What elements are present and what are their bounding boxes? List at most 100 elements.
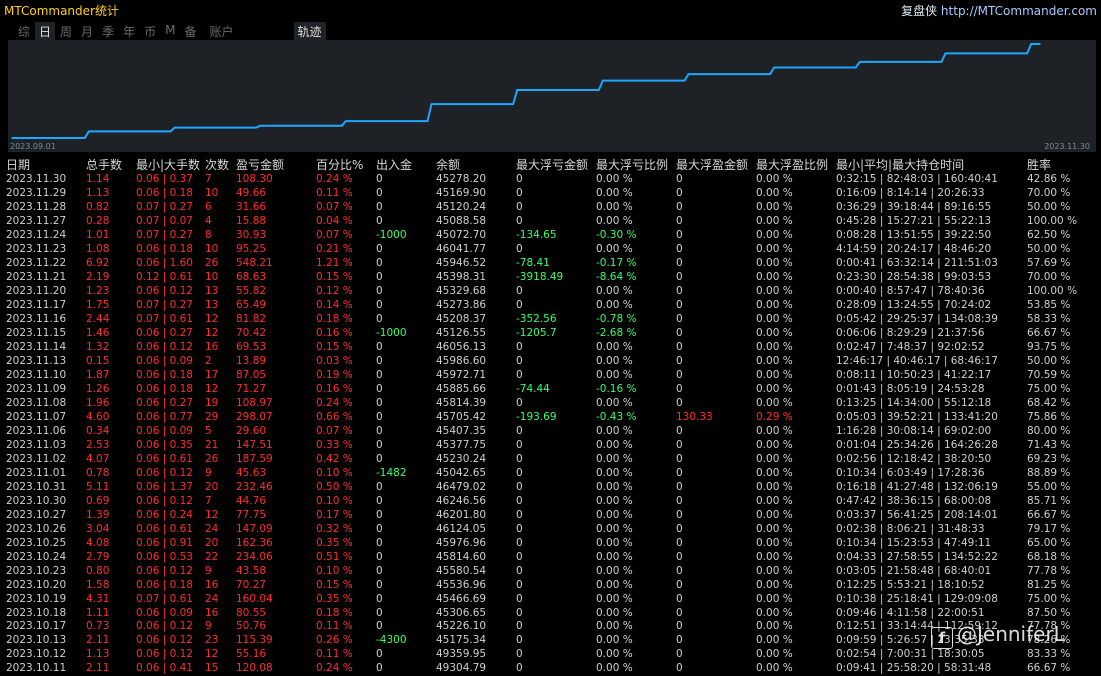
table-row[interactable]: 2023.11.01 0.78 0.06 | 0.12 9 45.63 0.10 % -14… <box>6 466 1087 480</box>
table-row[interactable]: 2023.11.23 1.08 0.06 | 0.18 10 95.25 0.21 % 0 4… <box>6 243 1087 257</box>
table-cell: 12 <box>205 327 219 340</box>
table-row[interactable]: 2023.11.03 2.53 0.06 | 0.35 21 147.51 0.33 % 0… <box>6 438 1087 452</box>
table-row[interactable]: 2023.10.30 0.69 0.06 | 0.12 7 44.76 0.10 % 0 46… <box>6 494 1087 508</box>
table-cell: 81.25 % <box>1027 578 1071 591</box>
column-header[interactable]: 最大浮亏比例 <box>596 156 676 173</box>
equity-point <box>182 126 185 129</box>
table-row[interactable]: 2023.11.08 1.96 0.06 | 0.27 19 108.97 0.24 % 0… <box>6 397 1087 411</box>
table-cell: 0.78 <box>86 466 110 479</box>
column-header[interactable]: 最大浮盈比例 <box>756 156 836 173</box>
column-header[interactable]: 余额 <box>436 156 516 173</box>
table-cell: 10 <box>205 243 219 256</box>
table-row[interactable]: 2023.11.21 2.19 0.12 | 0.61 10 68.63 0.15 % 0 4… <box>6 271 1087 285</box>
table-cell: 0.00 % <box>596 243 633 256</box>
table-row[interactable]: 2023.11.29 1.13 0.06 | 0.18 10 49.66 0.11 % 0 4… <box>6 187 1087 201</box>
table-cell: 23 <box>205 634 219 647</box>
column-header[interactable]: 百分比% <box>316 156 376 173</box>
tab-3[interactable]: 月 <box>77 22 97 40</box>
tab-0[interactable]: 综 <box>14 22 34 40</box>
table-row[interactable]: 2023.10.31 5.11 0.06 | 1.37 20 232.46 0.50 % 0… <box>6 480 1087 494</box>
table-cell: 1.58 <box>86 578 110 591</box>
table-cell: 2023.11.17 <box>6 299 67 312</box>
table-cell: -74.44 <box>516 383 550 396</box>
table-row[interactable]: 2023.10.13 2.11 0.06 | 0.12 23 115.39 0.26 % -… <box>6 634 1087 648</box>
column-header[interactable]: 总手数 <box>86 156 136 173</box>
table-row[interactable]: 2023.10.27 1.39 0.06 | 0.24 12 77.75 0.17 % 0 4… <box>6 508 1087 522</box>
table-row[interactable]: 2023.11.20 1.23 0.06 | 0.12 13 55.82 0.12 % 0 4… <box>6 285 1087 299</box>
column-header[interactable]: 最小|大手数 <box>136 156 205 173</box>
column-header[interactable]: 最大浮亏金额 <box>516 156 596 173</box>
brand-label[interactable]: 复盘侠 http://MTCommander.com <box>901 2 1097 19</box>
table-row[interactable]: 2023.10.24 2.79 0.06 | 0.53 22 234.06 0.51 % 0… <box>6 550 1087 564</box>
table-row[interactable]: 2023.11.10 1.87 0.06 | 0.18 17 87.05 0.19 % 0 4… <box>6 369 1087 383</box>
table-cell: 0.00 % <box>596 187 633 200</box>
table-cell: 0:16:09 | 8:14:14 | 20:26:33 <box>836 187 985 200</box>
table-row[interactable]: 2023.11.17 1.75 0.07 | 0.27 13 65.49 0.14 % 0 4… <box>6 299 1087 313</box>
table-row[interactable]: 2023.11.07 4.60 0.06 | 0.77 29 298.07 0.66 % 0… <box>6 410 1087 424</box>
tab-1[interactable]: 日 <box>35 22 56 40</box>
table-cell: 0.06 | 0.27 <box>136 396 193 409</box>
table-cell: 0 <box>516 648 523 661</box>
table-cell: 81.82 <box>236 313 267 326</box>
table-cell: 0:00:40 | 8:57:47 | 78:40:36 <box>836 285 985 298</box>
table-cell: 100.00 % <box>1027 215 1078 228</box>
table-row[interactable]: 2023.11.02 4.07 0.06 | 0.61 26 187.59 0.42 % 0… <box>6 452 1087 466</box>
table-row[interactable]: 2023.11.28 0.82 0.07 | 0.27 6 31.66 0.07 % 0 45… <box>6 201 1087 215</box>
table-row[interactable]: 2023.11.09 1.26 0.06 | 0.18 12 71.27 0.16 % 0 4… <box>6 383 1087 397</box>
column-header[interactable]: 出入金 <box>376 156 436 173</box>
table-row[interactable]: 2023.10.11 2.11 0.06 | 0.41 15 120.08 0.24 % 0… <box>6 662 1087 676</box>
table-cell: 160.04 <box>236 592 273 605</box>
table-cell: 0.06 | 0.12 <box>136 341 193 354</box>
tab-8[interactable]: 备 <box>180 22 200 40</box>
table-cell: 0 <box>676 480 683 493</box>
table-row[interactable]: 2023.10.18 1.11 0.06 | 0.09 16 80.55 0.18 % 0 4… <box>6 606 1087 620</box>
column-header[interactable]: 最大浮盈金额 <box>676 156 756 173</box>
table-row[interactable]: 2023.11.16 2.44 0.07 | 0.61 12 81.82 0.18 % 0 4… <box>6 313 1087 327</box>
table-row[interactable]: 2023.11.27 0.28 0.07 | 0.07 4 15.88 0.04 % 0 45… <box>6 215 1087 229</box>
table-row[interactable]: 2023.10.19 4.31 0.07 | 0.61 24 160.04 0.35 % 0… <box>6 592 1087 606</box>
table-row[interactable]: 2023.11.30 1.14 0.06 | 0.37 7 108.30 0.24 % 0 4… <box>6 173 1087 187</box>
table-row[interactable]: 2023.11.15 1.46 0.06 | 0.27 12 70.42 0.16 % -1… <box>6 327 1087 341</box>
column-header[interactable]: 盈亏金额 <box>236 156 316 173</box>
tab-7[interactable]: M <box>161 22 179 40</box>
table-row[interactable]: 2023.10.20 1.58 0.06 | 0.18 16 70.27 0.15 % 0 4… <box>6 578 1087 592</box>
table-row[interactable]: 2023.11.24 1.01 0.07 | 0.27 8 30.93 0.07 % -10… <box>6 229 1087 243</box>
table-cell: 0:03:05 | 21:58:48 | 68:40:01 <box>836 564 992 577</box>
table-cell: 46124.05 <box>436 522 487 535</box>
table-row[interactable]: 2023.11.13 0.15 0.06 | 0.09 2 13.89 0.03 % 0 45… <box>6 355 1087 369</box>
table-row[interactable]: 2023.10.23 0.80 0.06 | 0.12 9 43.58 0.10 % 0 45… <box>6 564 1087 578</box>
column-header[interactable]: 次数 <box>205 156 236 173</box>
table-cell: 0.00 % <box>756 369 793 382</box>
table-cell: 0 <box>676 564 683 577</box>
table-cell: 0 <box>676 229 683 242</box>
table-cell: 0 <box>676 215 683 228</box>
table-cell: 0.00 % <box>756 522 793 535</box>
table-row[interactable]: 2023.10.12 1.13 0.06 | 0.12 12 55.16 0.11 % 0 4… <box>6 648 1087 662</box>
tab-9[interactable]: 账户 <box>205 22 237 40</box>
table-cell: 0 <box>376 369 383 382</box>
table-cell: 2.11 <box>86 634 110 647</box>
table-cell: 22 <box>205 550 219 563</box>
table-row[interactable]: 2023.11.22 6.92 0.06 | 1.60 26 548.21 1.21 % 0… <box>6 257 1087 271</box>
column-header[interactable]: 日期 <box>6 156 86 173</box>
column-header[interactable]: 最小|平均|最大持仓时间 <box>836 156 1027 173</box>
table-row[interactable]: 2023.11.06 0.34 0.06 | 0.09 5 29.60 0.07 % 0 45… <box>6 424 1087 438</box>
table-cell: 0.24 % <box>316 173 353 186</box>
period-tabs: 综日周月季年币 M 备账户 轨迹 <box>14 22 327 40</box>
tab-6[interactable]: 币 <box>140 22 160 40</box>
table-row[interactable]: 2023.10.26 3.04 0.06 | 0.61 24 147.09 0.32 % 0… <box>6 522 1087 536</box>
column-header[interactable]: 胜率 <box>1027 156 1087 173</box>
brand-url[interactable]: http://MTCommander.com <box>941 4 1097 18</box>
tab-2[interactable]: 周 <box>56 22 76 40</box>
table-cell: -1000 <box>376 229 407 242</box>
table-row[interactable]: 2023.11.14 1.32 0.06 | 0.12 16 69.53 0.15 % 0 4… <box>6 341 1087 355</box>
table-cell: 12 <box>205 313 219 326</box>
table-row[interactable]: 2023.10.25 4.08 0.06 | 0.91 20 162.36 0.35 % 0… <box>6 536 1087 550</box>
table-row[interactable]: 2023.10.17 0.73 0.06 | 0.12 9 50.76 0.11 % 0 45… <box>6 620 1087 634</box>
tab-5[interactable]: 年 <box>119 22 139 40</box>
tab-4[interactable]: 季 <box>98 22 118 40</box>
table-cell: 0.00 % <box>756 494 793 507</box>
tab-10[interactable]: 轨迹 <box>293 22 326 40</box>
table-cell: 2023.10.30 <box>6 494 67 507</box>
top-bar: MTCommander统计 复盘侠 http://MTCommander.com <box>0 0 1101 20</box>
